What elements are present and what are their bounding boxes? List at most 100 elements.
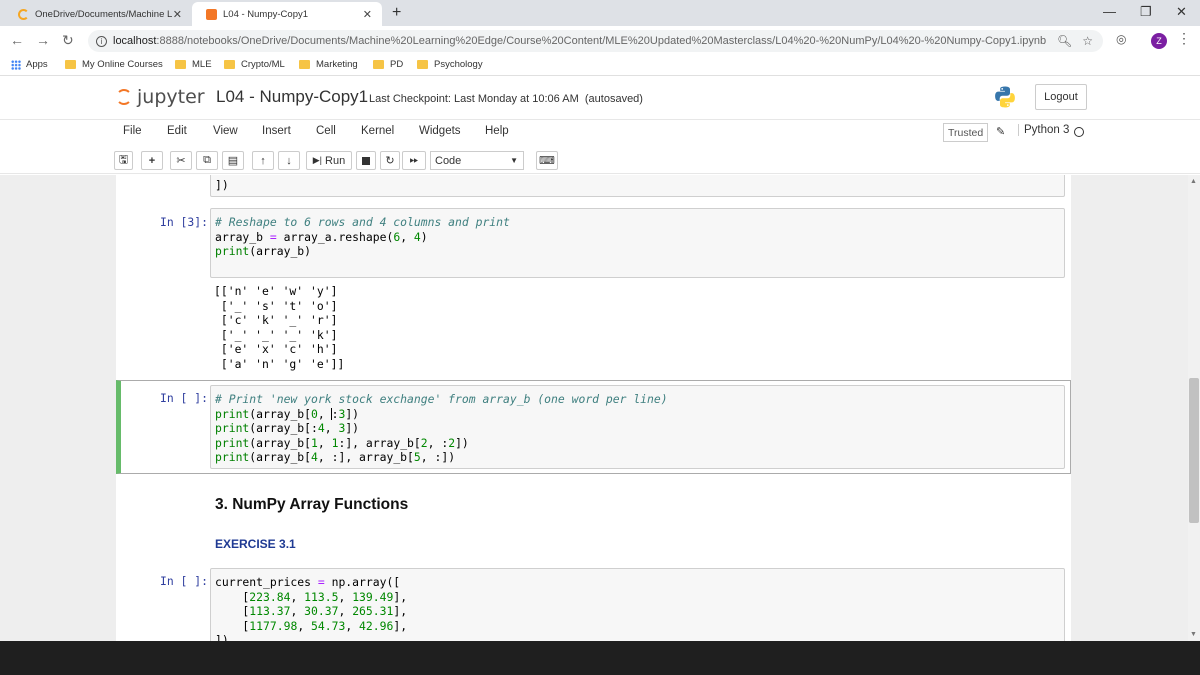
cell-prompt: In [ ]: [159,391,208,405]
new-tab-icon[interactable]: + [392,4,401,22]
bookmark-marketing[interactable]: Marketing [299,59,358,70]
cell-4-input[interactable]: # Print 'new york stock exchange' from a… [210,385,1065,469]
close-window-icon[interactable]: ✕ [1176,4,1187,20]
trusted-indicator[interactable]: Trusted [943,123,989,142]
cell-5-code: current_prices = np.array([ [223.84, 113… [215,575,408,641]
previous-cell-tail: ]) [215,178,229,192]
arrow-down-icon: ↓ [286,154,292,167]
bookmark-psychology[interactable]: Psychology [417,59,483,70]
section-heading: 3. NumPy Array Functions [215,496,409,513]
kernel-idle-icon [1074,127,1084,137]
text-cursor [330,407,332,420]
extension-icon[interactable]: ◎ [1116,32,1126,46]
logout-button[interactable]: Logout [1035,84,1087,110]
loading-icon [18,8,29,20]
jupyter-favicon-icon [206,8,217,20]
jupyter-ring-icon [116,89,132,105]
back-icon[interactable]: ← [10,32,24,48]
cell-3-code: # Reshape to 6 rows and 4 columns and pr… [215,215,510,258]
notebook-toolbar: 🖫 + ✂ ⧉ ▤ ↑ ↓ ▶| Run ↻ ⏩︎ Code ▼ ⌨ [0,148,1200,174]
bookmark-star-icon[interactable]: ☆ [1082,34,1093,48]
interrupt-button[interactable] [356,151,376,170]
taskbar [0,641,1200,675]
menu-view[interactable]: View [213,125,238,137]
kernel-name[interactable]: Python 3 [1018,124,1069,136]
address-bar-row: ← → ↻ i localhost:8888/notebooks/OneDriv… [0,26,1200,56]
python-logo-icon [995,86,1015,108]
scroll-down-icon[interactable]: ▼ [1190,631,1197,638]
bookmark-pd[interactable]: PD [373,59,403,70]
cell-3-input[interactable]: # Reshape to 6 rows and 4 columns and pr… [210,208,1065,278]
stop-icon [362,156,370,165]
url-actions: 🔍︎ ☆ [1057,30,1093,52]
jupyter-logo[interactable]: jupyter [116,86,205,108]
forward-icon[interactable]: → [36,32,50,48]
arrow-up-icon: ↑ [260,154,266,167]
more-menu-icon[interactable]: ⋮ [1177,30,1191,47]
command-palette-button[interactable]: ⌨ [536,151,558,170]
menu-edit[interactable]: Edit [167,125,187,137]
bookmark-mle[interactable]: MLE [175,59,212,70]
cut-button[interactable]: ✂ [170,151,192,170]
menu-widgets[interactable]: Widgets [419,125,461,137]
url-path: :8888/notebooks/OneDrive/Documents/Machi… [156,35,1047,47]
folder-icon [224,60,235,69]
info-icon[interactable]: i [96,35,107,47]
copy-icon: ⧉ [203,154,211,166]
plus-icon: + [148,154,156,167]
bookmark-apps[interactable]: Apps [11,59,48,70]
move-down-button[interactable]: ↓ [278,151,300,170]
tab-title: OneDrive/Documents/Machine L [35,8,173,20]
scroll-up-icon[interactable]: ▲ [1190,178,1197,185]
previous-cell-input[interactable]: ]) [210,175,1065,197]
scissors-icon: ✂ [176,155,186,167]
folder-icon [175,60,186,69]
zoom-icon[interactable]: 🔍︎ [1057,34,1072,48]
browser-tab-bar: OneDrive/Documents/Machine L ✕ L04 - Num… [0,0,1200,26]
folder-icon [373,60,384,69]
cell-prompt: In [ ]: [159,574,208,588]
apps-grid-icon [11,59,21,70]
paste-icon: ▤ [227,155,239,167]
folder-icon [417,60,428,69]
copy-button[interactable]: ⧉ [196,151,218,170]
step-forward-icon: ▶| [312,155,323,165]
run-button[interactable]: ▶| Run [306,151,352,170]
cell-prompt: In [3]: [159,215,208,229]
save-button[interactable]: 🖫 [114,151,133,170]
edit-mode-pencil-icon: ✎ [996,126,1006,138]
bookmark-crypto-ml[interactable]: Crypto/ML [224,59,285,70]
jupyter-header: jupyter L04 - Numpy-Copy1 Last Checkpoin… [0,77,1200,120]
cell-3-output: [['n' 'e' 'w' 'y'] ['_' 's' 't' 'o'] ['c… [214,284,345,371]
restart-button[interactable]: ↻ [380,151,400,170]
restore-icon[interactable]: ❐ [1140,4,1152,20]
bookmark-my-online-courses[interactable]: My Online Courses [65,59,163,70]
url-field[interactable]: i localhost:8888/notebooks/OneDrive/Docu… [88,30,1103,52]
keyboard-icon: ⌨ [539,155,555,167]
minimize-icon[interactable]: — [1103,4,1116,19]
scrollbar-thumb[interactable] [1189,378,1199,523]
fast-forward-icon: ⏩︎ [409,154,419,166]
menu-help[interactable]: Help [485,125,509,137]
insert-cell-button[interactable]: + [141,151,163,170]
menu-kernel[interactable]: Kernel [361,125,394,137]
menu-file[interactable]: File [123,125,142,137]
notebook-name[interactable]: L04 - Numpy-Copy1 [216,87,368,107]
browser-tab-notebook[interactable]: L04 - Numpy-Copy1 ✕ [192,2,382,26]
profile-avatar[interactable]: Z [1151,33,1167,49]
cell-4-code: # Print 'new york stock exchange' from a… [215,392,668,464]
cell-type-select[interactable]: Code ▼ [430,151,524,170]
cell-5-input[interactable]: current_prices = np.array([ [223.84, 113… [210,568,1065,641]
move-up-button[interactable]: ↑ [252,151,274,170]
restart-run-all-button[interactable]: ⏩︎ [402,151,426,170]
reload-icon[interactable]: ↻ [62,32,74,49]
notebook-page: ]) In [3]: # Reshape to 6 rows and 4 col… [116,175,1071,641]
menu-cell[interactable]: Cell [316,125,336,137]
browser-tab-onedrive[interactable]: OneDrive/Documents/Machine L ✕ [4,2,192,26]
chevron-down-icon: ▼ [510,156,518,165]
notebook-area[interactable]: ]) In [3]: # Reshape to 6 rows and 4 col… [0,175,1188,641]
close-tab-icon[interactable]: ✕ [363,8,372,21]
close-tab-icon[interactable]: ✕ [173,8,182,21]
paste-button[interactable]: ▤ [222,151,244,170]
menu-insert[interactable]: Insert [262,125,291,137]
